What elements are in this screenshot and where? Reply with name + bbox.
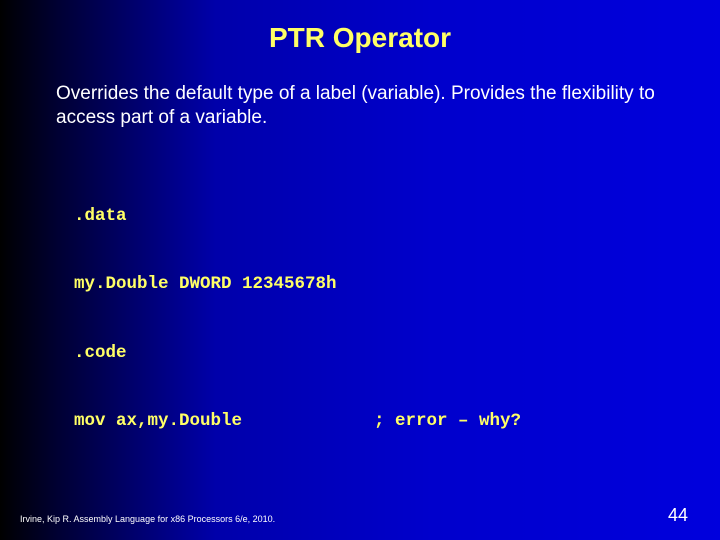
footer-citation: Irvine, Kip R. Assembly Language for x86…	[20, 514, 275, 524]
page-number: 44	[668, 505, 688, 526]
code-line-2: my.Double DWORD 12345678h	[74, 273, 374, 296]
slide: PTR Operator Overrides the default type …	[0, 0, 720, 540]
intro-text: Overrides the default type of a label (v…	[56, 82, 668, 130]
code-line-1: .data	[74, 205, 374, 228]
code-line-4-instr: mov ax,my.Double	[74, 410, 374, 433]
code-line-4-comment: ; error – why?	[374, 410, 668, 433]
code-line-3: .code	[74, 342, 374, 365]
code-block: .data my.Double DWORD 12345678h .code mo…	[74, 160, 668, 540]
slide-title: PTR Operator	[0, 22, 720, 54]
